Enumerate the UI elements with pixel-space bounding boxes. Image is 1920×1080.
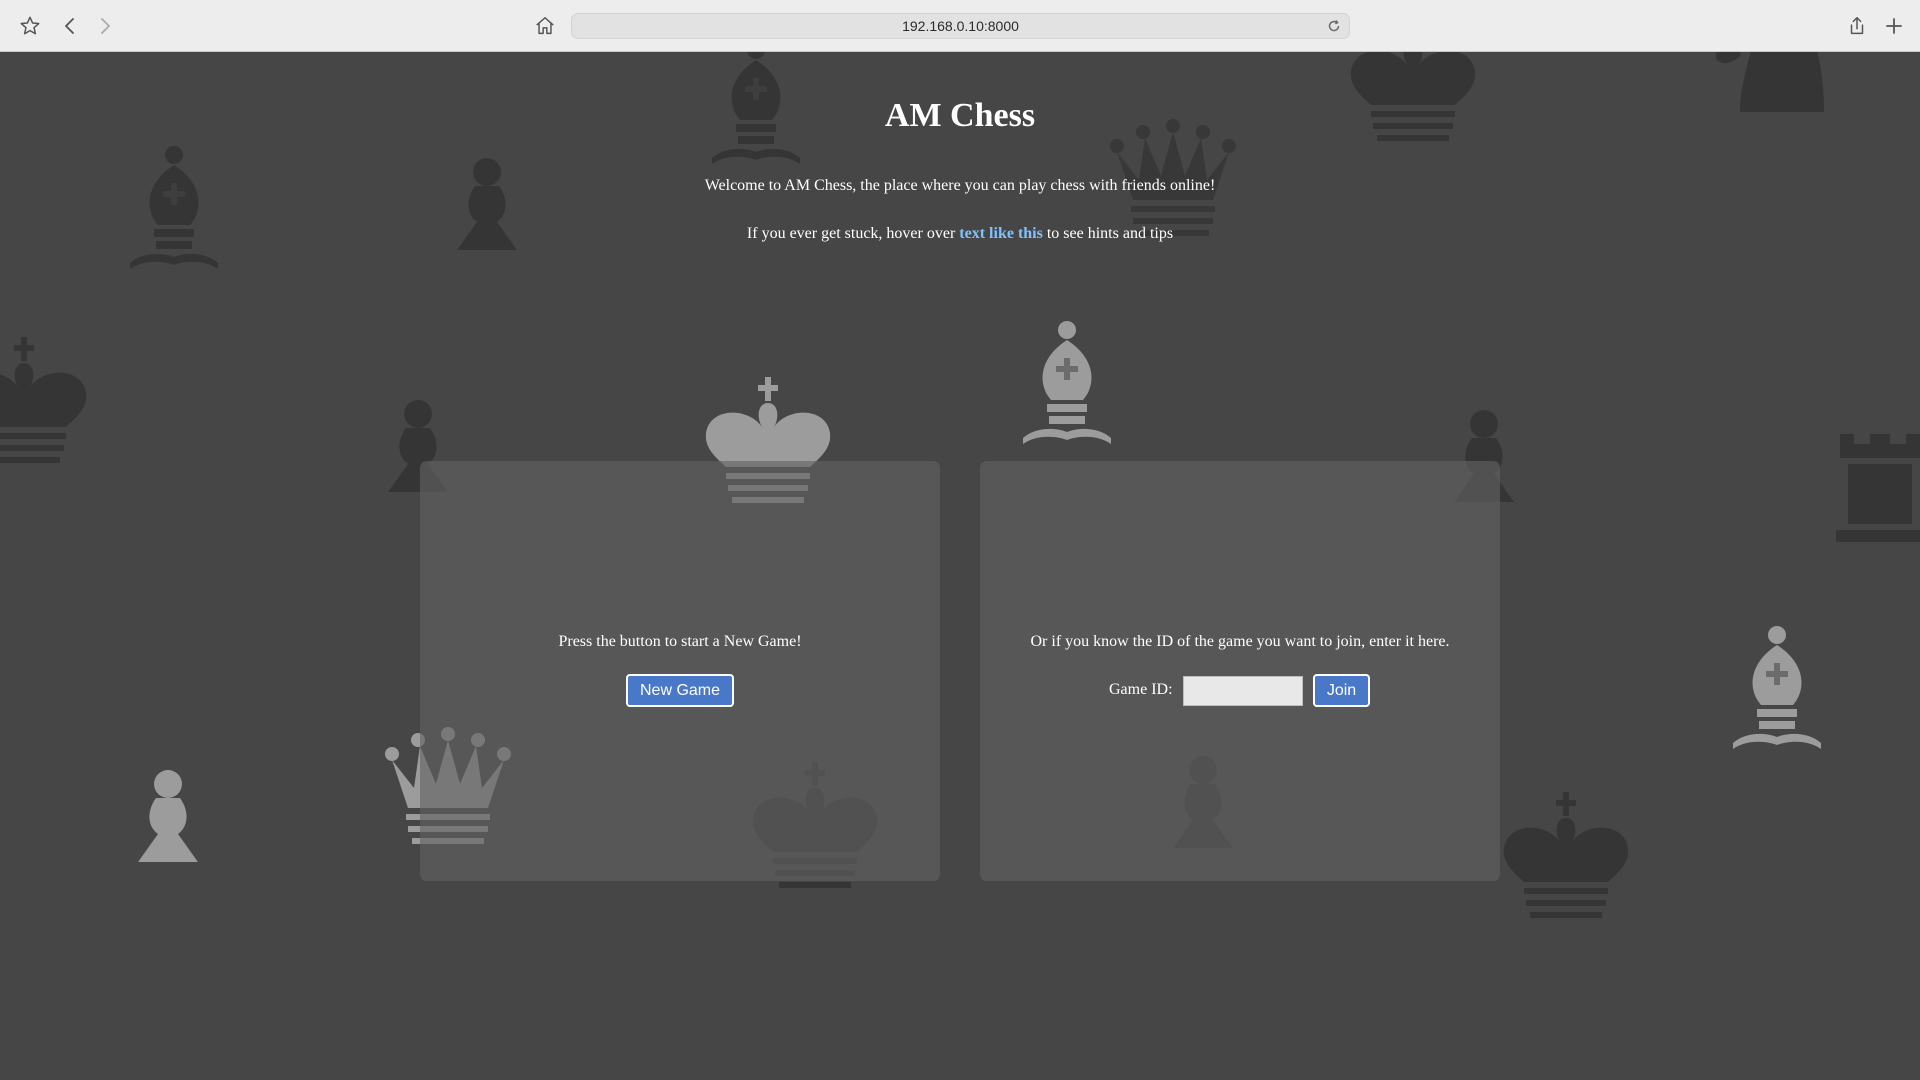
hint-suffix: to see hints and tips [1042,225,1174,242]
bg-pawn-5 [138,770,198,862]
bg-bishop-4 [1733,626,1821,749]
new-game-instruction: Press the button to start a New Game! [558,633,802,650]
bg-king-2 [0,337,87,463]
welcome-text: Welcome to AM Chess, the place where you… [704,177,1216,194]
address-bar[interactable]: 192.168.0.10:8000 [571,13,1350,39]
page-content: AM Chess Welcome to AM Chess, the place … [0,52,1920,1080]
hint-link[interactable]: text like this [959,225,1043,242]
new-game-button[interactable]: New Game [626,674,734,707]
bg-bishop-3 [1023,321,1111,444]
bg-king-4 [1503,792,1629,918]
bg-rook-1 [1836,434,1920,542]
browser-toolbar: 192.168.0.10:8000 [0,0,1920,52]
url-text[interactable]: 192.168.0.10:8000 [572,18,1349,34]
page-title: AM Chess [884,97,1036,134]
new-tab-icon[interactable] [1880,12,1908,40]
game-id-input[interactable] [1183,676,1303,706]
join-game-panel: Or if you know the ID of the game you wa… [980,461,1500,881]
join-instruction: Or if you know the ID of the game you wa… [1030,633,1450,650]
home-icon[interactable] [531,12,559,40]
bg-bishop-1 [130,146,218,269]
chess-background [0,52,1920,918]
share-icon[interactable] [1843,12,1871,40]
reload-icon[interactable] [1327,19,1341,33]
hint-prefix: If you ever get stuck, hover over [746,225,960,242]
hint-line: If you ever get stuck, hover over text l… [0,225,1920,243]
join-button[interactable]: Join [1313,674,1370,707]
back-icon[interactable] [56,12,84,40]
forward-icon[interactable] [91,12,119,40]
new-game-panel: Press the button to start a New Game! Ne… [420,461,940,881]
bookmark-star-icon[interactable] [16,12,44,40]
game-id-label: Game ID: [1109,681,1173,698]
